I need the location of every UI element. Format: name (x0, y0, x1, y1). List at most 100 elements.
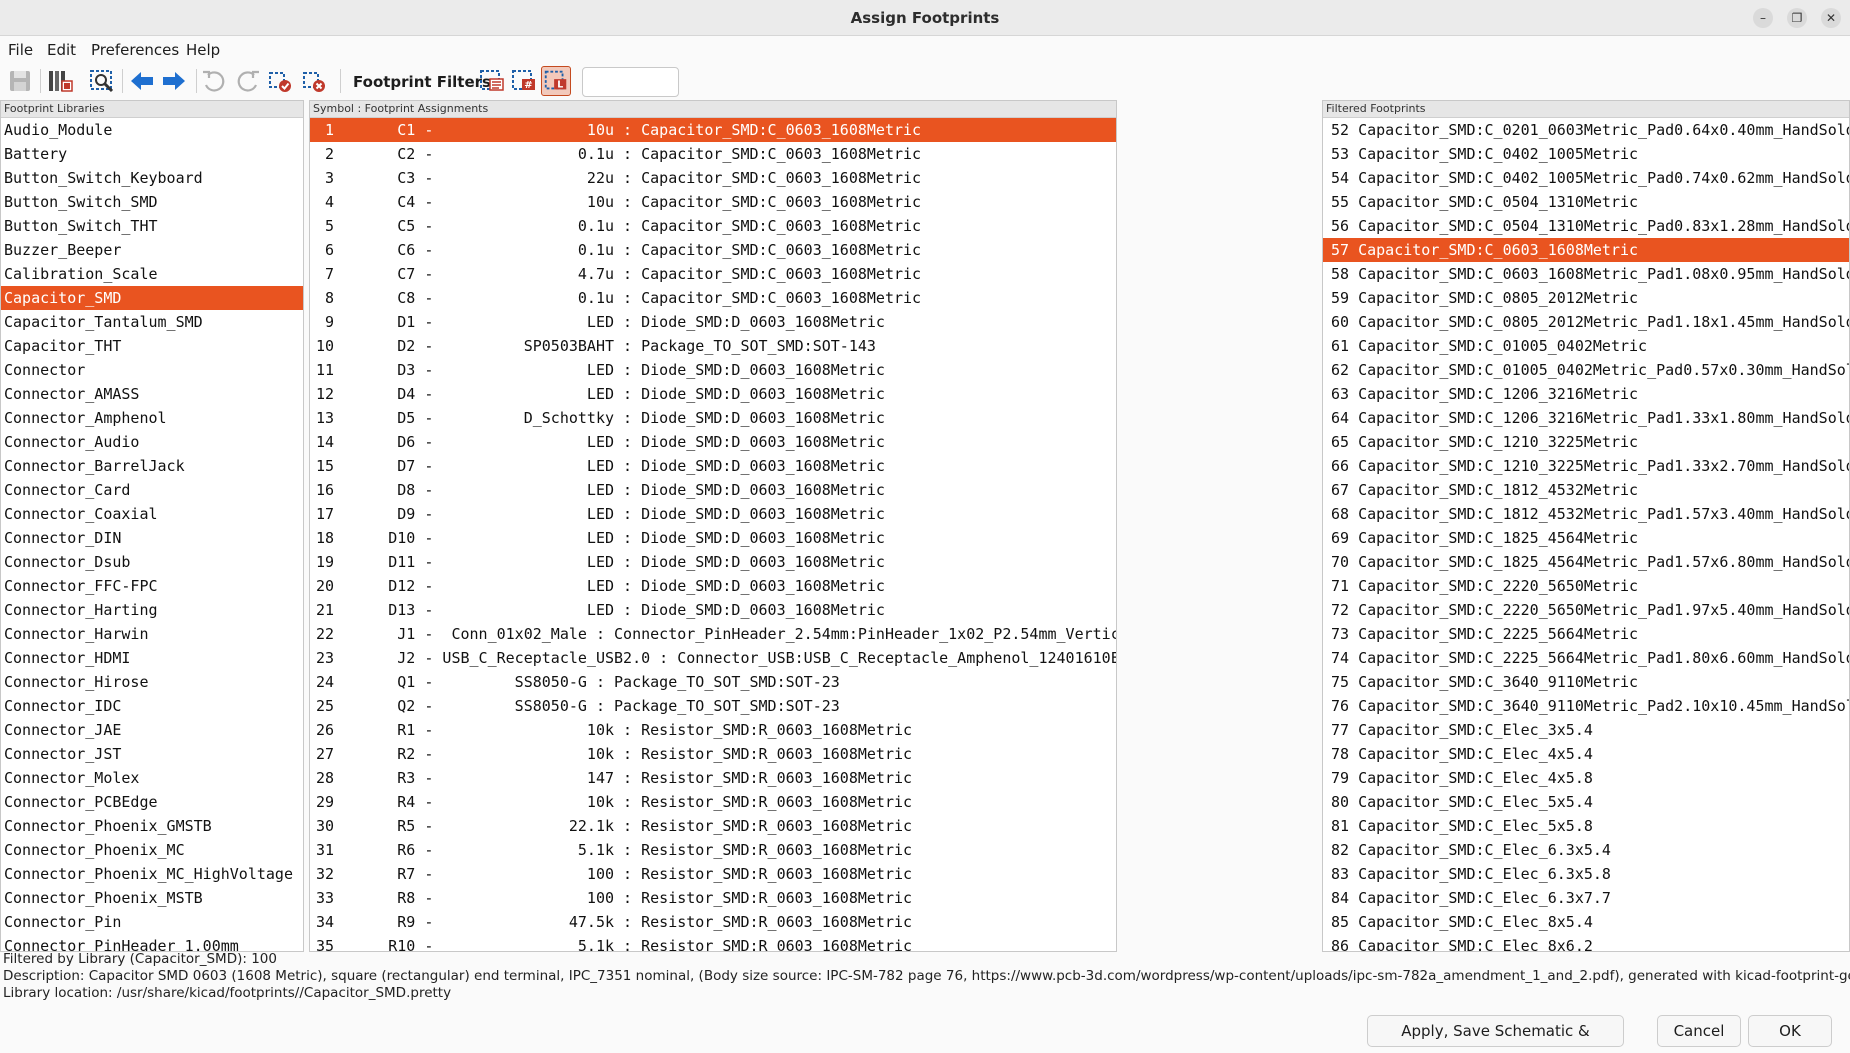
save-icon[interactable] (6, 67, 34, 95)
assignment-row[interactable]: 22 J1 - Conn_01x02_Male : Connector_PinH… (310, 622, 1116, 646)
footprint-item[interactable]: 78 Capacitor_SMD:C_Elec_4x5.4 (1323, 742, 1849, 766)
library-item[interactable]: Connector_FFC-FPC (1, 574, 303, 598)
assignment-row[interactable]: 12 D4 - LED : Diode_SMD:D_0603_1608Metri… (310, 382, 1116, 406)
footprint-item[interactable]: 73 Capacitor_SMD:C_2225_5664Metric (1323, 622, 1849, 646)
maximize-icon[interactable]: ❐ (1787, 8, 1807, 28)
close-icon[interactable]: ✕ (1821, 8, 1841, 28)
footprint-item[interactable]: 53 Capacitor_SMD:C_0402_1005Metric (1323, 142, 1849, 166)
minimize-icon[interactable]: – (1753, 8, 1773, 28)
cancel-button[interactable]: Cancel (1657, 1015, 1741, 1047)
assignment-row[interactable]: 19 D11 - LED : Diode_SMD:D_0603_1608Metr… (310, 550, 1116, 574)
assignment-row[interactable]: 24 Q1 - SS8050-G : Package_TO_SOT_SMD:SO… (310, 670, 1116, 694)
assignment-row[interactable]: 14 D6 - LED : Diode_SMD:D_0603_1608Metri… (310, 430, 1116, 454)
library-item[interactable]: Connector_BarrelJack (1, 454, 303, 478)
footprint-item[interactable]: 59 Capacitor_SMD:C_0805_2012Metric (1323, 286, 1849, 310)
undo-icon[interactable] (200, 67, 228, 95)
assignment-row[interactable]: 2 C2 - 0.1u : Capacitor_SMD:C_0603_1608M… (310, 142, 1116, 166)
library-item[interactable]: Calibration_Scale (1, 262, 303, 286)
footprint-item[interactable]: 70 Capacitor_SMD:C_1825_4564Metric_Pad1.… (1323, 550, 1849, 574)
menu-help[interactable]: Help (186, 41, 220, 59)
footprint-item[interactable]: 60 Capacitor_SMD:C_0805_2012Metric_Pad1.… (1323, 310, 1849, 334)
library-item[interactable]: Button_Switch_SMD (1, 190, 303, 214)
footprint-item[interactable]: 72 Capacitor_SMD:C_2220_5650Metric_Pad1.… (1323, 598, 1849, 622)
library-item[interactable]: Connector_Hirose (1, 670, 303, 694)
library-item[interactable]: Connector_Harwin (1, 622, 303, 646)
filter-by-keywords-button[interactable] (477, 66, 507, 96)
auto-associate-icon[interactable] (266, 67, 294, 95)
footprint-item[interactable]: 58 Capacitor_SMD:C_0603_1608Metric_Pad1.… (1323, 262, 1849, 286)
library-item[interactable]: Connector_Phoenix_MSTB (1, 886, 303, 910)
assignment-row[interactable]: 26 R1 - 10k : Resistor_SMD:R_0603_1608Me… (310, 718, 1116, 742)
assignment-row[interactable]: 32 R7 - 100 : Resistor_SMD:R_0603_1608Me… (310, 862, 1116, 886)
library-item[interactable]: Connector_Phoenix_MC_HighVoltage (1, 862, 303, 886)
assignment-row[interactable]: 3 C3 - 22u : Capacitor_SMD:C_0603_1608Me… (310, 166, 1116, 190)
assignment-row[interactable]: 25 Q2 - SS8050-G : Package_TO_SOT_SMD:SO… (310, 694, 1116, 718)
assignment-row[interactable]: 28 R3 - 147 : Resistor_SMD:R_0603_1608Me… (310, 766, 1116, 790)
footprint-item[interactable]: 82 Capacitor_SMD:C_Elec_6.3x5.4 (1323, 838, 1849, 862)
footprint-item[interactable]: 74 Capacitor_SMD:C_2225_5664Metric_Pad1.… (1323, 646, 1849, 670)
footprint-item[interactable]: 76 Capacitor_SMD:C_3640_9110Metric_Pad2.… (1323, 694, 1849, 718)
view-footprint-icon[interactable] (88, 67, 116, 95)
assignment-row[interactable]: 23 J2 - USB_C_Receptacle_USB2.0 : Connec… (310, 646, 1116, 670)
ok-button[interactable]: OK (1748, 1015, 1832, 1047)
library-item[interactable]: Connector_Dsub (1, 550, 303, 574)
library-item[interactable]: Capacitor_THT (1, 334, 303, 358)
assignment-row[interactable]: 1 C1 - 10u : Capacitor_SMD:C_0603_1608Me… (310, 118, 1116, 142)
library-item[interactable]: Button_Switch_THT (1, 214, 303, 238)
assignment-row[interactable]: 34 R9 - 47.5k : Resistor_SMD:R_0603_1608… (310, 910, 1116, 934)
assignment-row[interactable]: 18 D10 - LED : Diode_SMD:D_0603_1608Metr… (310, 526, 1116, 550)
footprint-item[interactable]: 85 Capacitor_SMD:C_Elec_8x5.4 (1323, 910, 1849, 934)
footprint-item[interactable]: 56 Capacitor_SMD:C_0504_1310Metric_Pad0.… (1323, 214, 1849, 238)
library-item[interactable]: Connector_IDC (1, 694, 303, 718)
library-item[interactable]: Buzzer_Beeper (1, 238, 303, 262)
library-item[interactable]: Button_Switch_Keyboard (1, 166, 303, 190)
library-item[interactable]: Connector_Molex (1, 766, 303, 790)
filter-by-library-button[interactable]: L (541, 66, 571, 96)
assignment-row[interactable]: 15 D7 - LED : Diode_SMD:D_0603_1608Metri… (310, 454, 1116, 478)
library-item[interactable]: Capacitor_Tantalum_SMD (1, 310, 303, 334)
arrow-right-icon[interactable] (160, 67, 188, 95)
library-item[interactable]: Connector_Harting (1, 598, 303, 622)
library-item[interactable]: Capacitor_SMD (1, 286, 303, 310)
footprint-item[interactable]: 69 Capacitor_SMD:C_1825_4564Metric (1323, 526, 1849, 550)
assignment-row[interactable]: 20 D12 - LED : Diode_SMD:D_0603_1608Metr… (310, 574, 1116, 598)
library-item[interactable]: Connector_PinHeader_1.00mm (1, 934, 303, 951)
library-item[interactable]: Battery (1, 142, 303, 166)
assignment-row[interactable]: 16 D8 - LED : Diode_SMD:D_0603_1608Metri… (310, 478, 1116, 502)
filter-text-input[interactable] (582, 67, 679, 97)
redo-icon[interactable] (234, 67, 262, 95)
assignment-row[interactable]: 33 R8 - 100 : Resistor_SMD:R_0603_1608Me… (310, 886, 1116, 910)
assignment-row[interactable]: 13 D5 - D_Schottky : Diode_SMD:D_0603_16… (310, 406, 1116, 430)
footprint-item[interactable]: 66 Capacitor_SMD:C_1210_3225Metric_Pad1.… (1323, 454, 1849, 478)
library-item[interactable]: Connector_Audio (1, 430, 303, 454)
footprint-item[interactable]: 55 Capacitor_SMD:C_0504_1310Metric (1323, 190, 1849, 214)
library-item[interactable]: Connector (1, 358, 303, 382)
footprint-item[interactable]: 79 Capacitor_SMD:C_Elec_4x5.8 (1323, 766, 1849, 790)
menu-edit[interactable]: Edit (47, 41, 76, 59)
footprint-item[interactable]: 86 Capacitor_SMD:C_Elec_8x6.2 (1323, 934, 1849, 951)
menu-file[interactable]: File (8, 41, 33, 59)
footprint-item[interactable]: 62 Capacitor_SMD:C_01005_0402Metric_Pad0… (1323, 358, 1849, 382)
assignment-row[interactable]: 17 D9 - LED : Diode_SMD:D_0603_1608Metri… (310, 502, 1116, 526)
library-table-icon[interactable] (46, 67, 74, 95)
library-item[interactable]: Connector_DIN (1, 526, 303, 550)
menu-preferences[interactable]: Preferences (91, 41, 179, 59)
library-item[interactable]: Connector_Pin (1, 910, 303, 934)
assignment-row[interactable]: 29 R4 - 10k : Resistor_SMD:R_0603_1608Me… (310, 790, 1116, 814)
footprint-item[interactable]: 65 Capacitor_SMD:C_1210_3225Metric (1323, 430, 1849, 454)
assignment-row[interactable]: 5 C5 - 0.1u : Capacitor_SMD:C_0603_1608M… (310, 214, 1116, 238)
apply-save-continue-button[interactable]: Apply, Save Schematic & Continue (1367, 1015, 1624, 1053)
library-item[interactable]: Connector_PCBEdge (1, 790, 303, 814)
library-item[interactable]: Connector_AMASS (1, 382, 303, 406)
footprint-item[interactable]: 71 Capacitor_SMD:C_2220_5650Metric (1323, 574, 1849, 598)
arrow-left-icon[interactable] (128, 67, 156, 95)
footprint-item[interactable]: 67 Capacitor_SMD:C_1812_4532Metric (1323, 478, 1849, 502)
library-item[interactable]: Audio_Module (1, 118, 303, 142)
assignment-row[interactable]: 7 C7 - 4.7u : Capacitor_SMD:C_0603_1608M… (310, 262, 1116, 286)
footprint-item[interactable]: 54 Capacitor_SMD:C_0402_1005Metric_Pad0.… (1323, 166, 1849, 190)
footprint-item[interactable]: 81 Capacitor_SMD:C_Elec_5x5.8 (1323, 814, 1849, 838)
footprint-item[interactable]: 80 Capacitor_SMD:C_Elec_5x5.4 (1323, 790, 1849, 814)
assignment-row[interactable]: 30 R5 - 22.1k : Resistor_SMD:R_0603_1608… (310, 814, 1116, 838)
footprint-item[interactable]: 52 Capacitor_SMD:C_0201_0603Metric_Pad0.… (1323, 118, 1849, 142)
assignment-row[interactable]: 31 R6 - 5.1k : Resistor_SMD:R_0603_1608M… (310, 838, 1116, 862)
